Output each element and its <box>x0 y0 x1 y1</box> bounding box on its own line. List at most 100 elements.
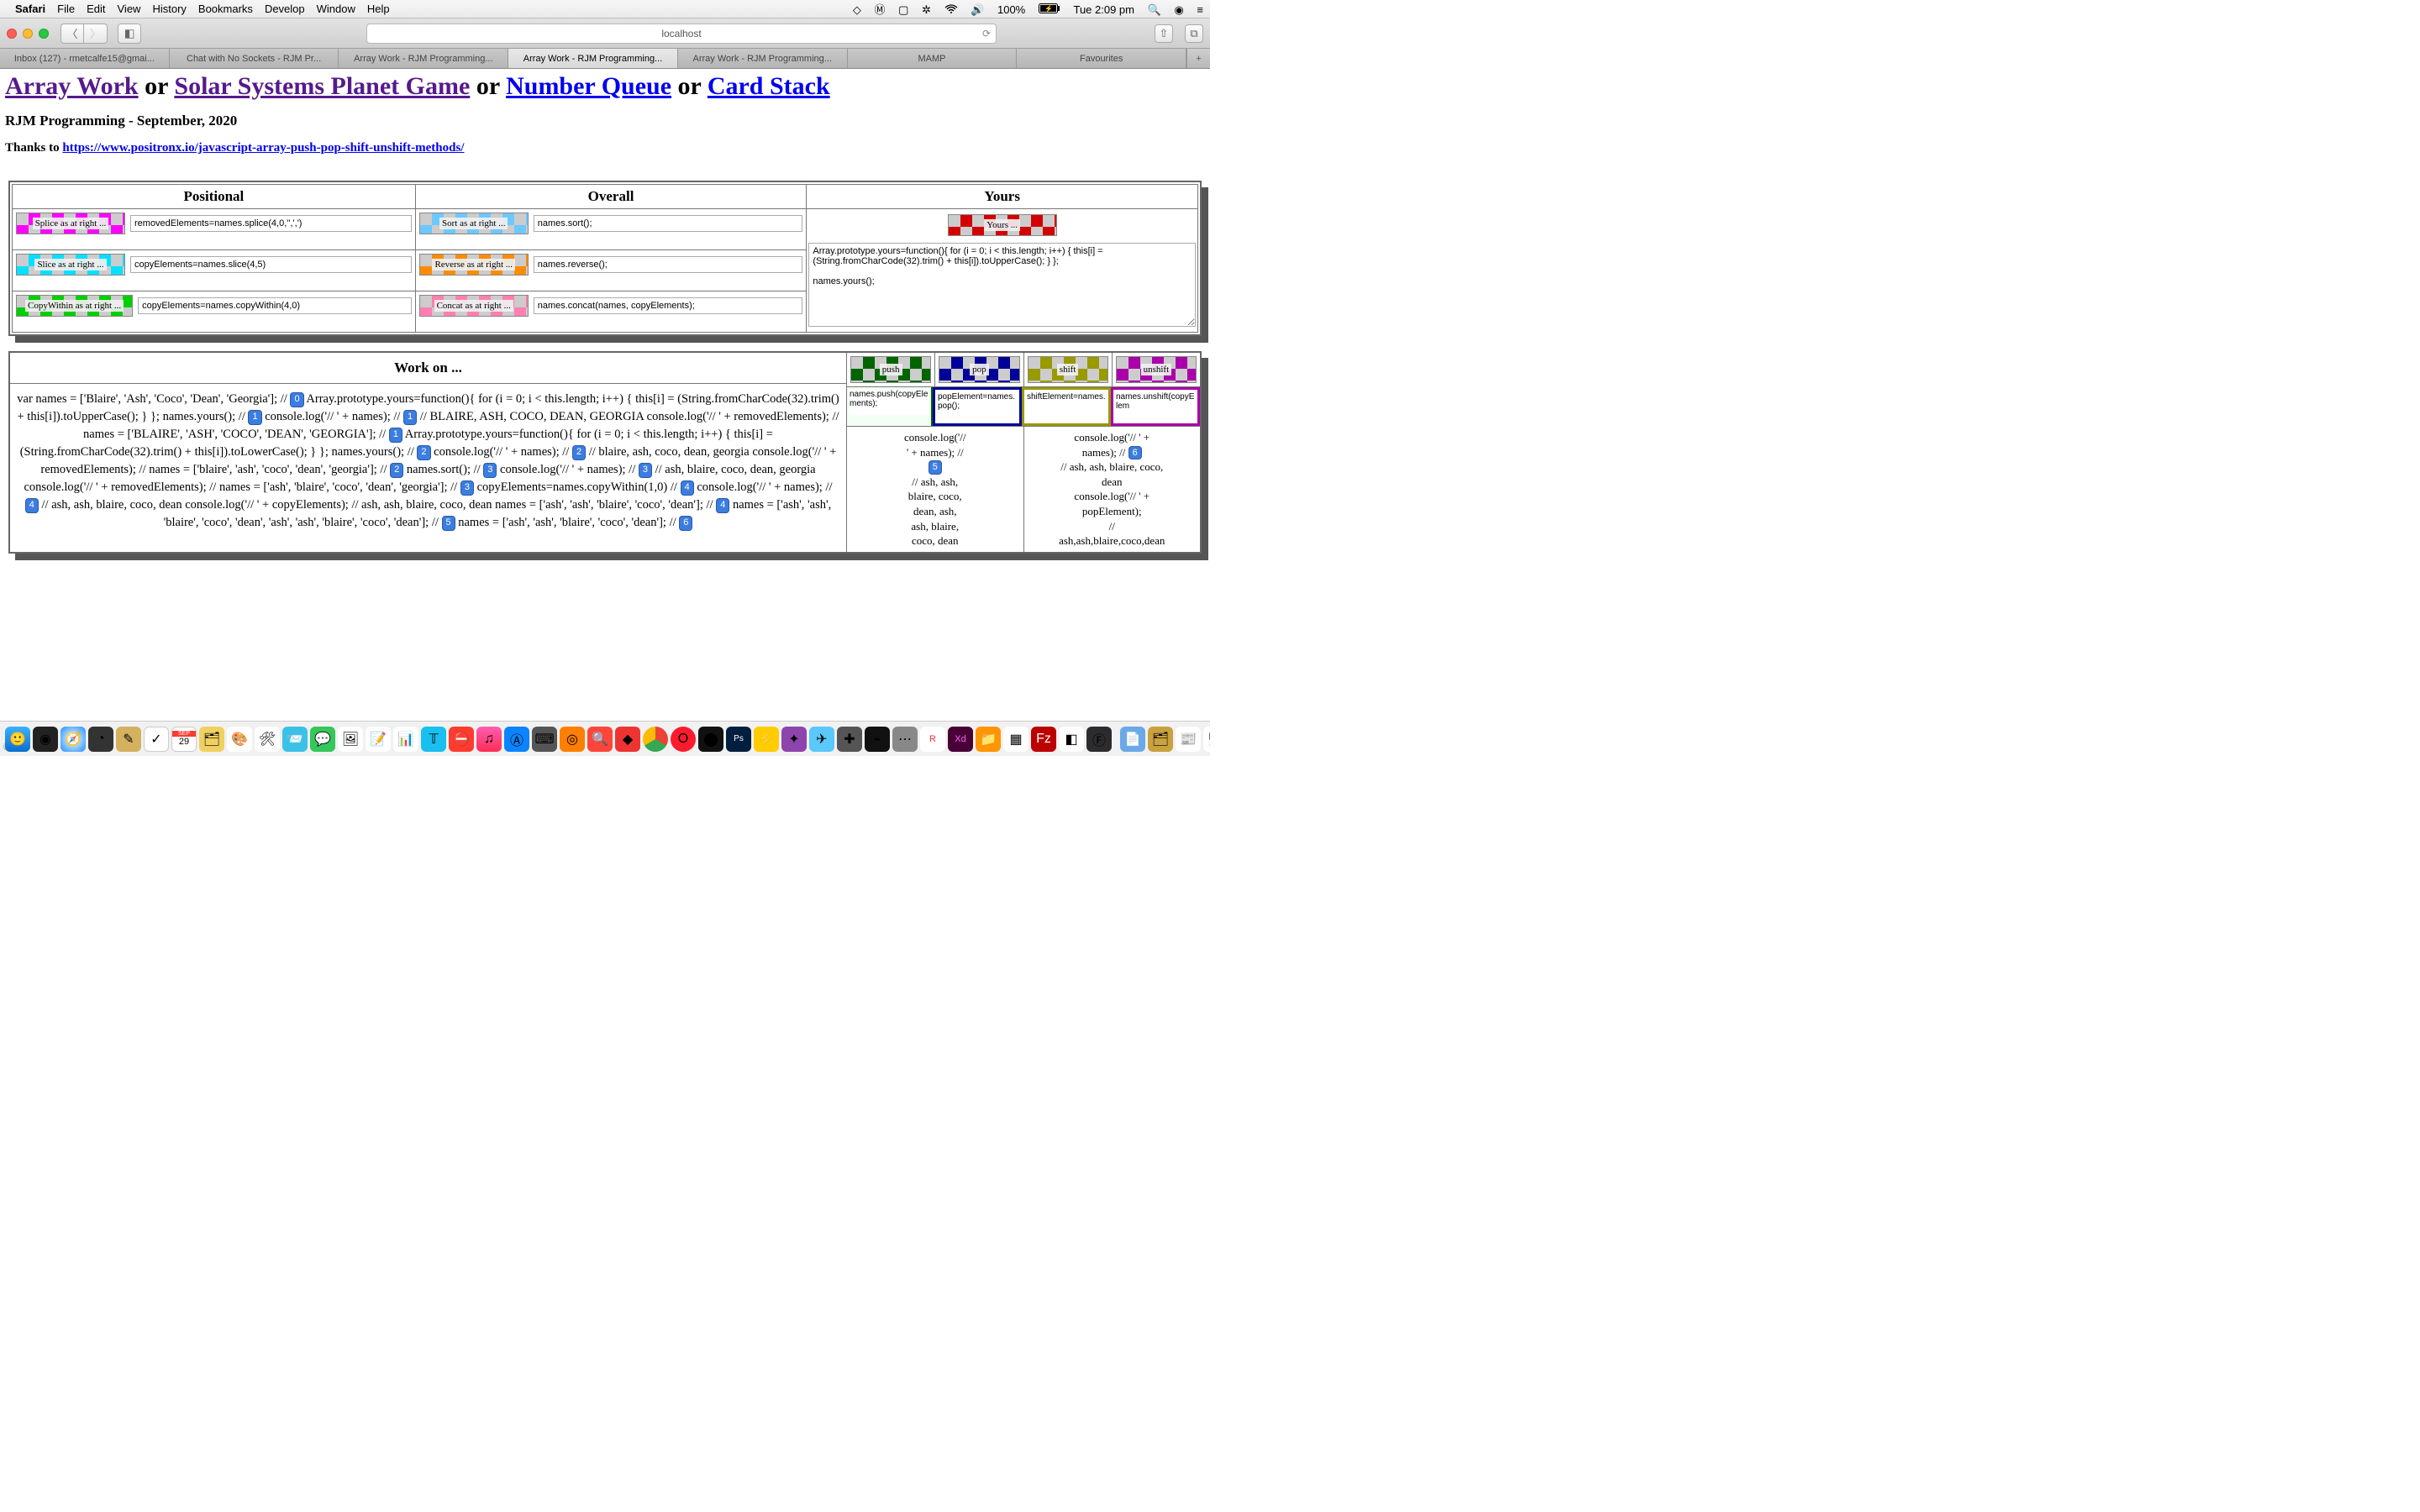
calendar-icon[interactable]: SEP29 <box>171 727 197 752</box>
tab[interactable]: Array Work - RJM Programming... <box>339 49 508 68</box>
app-icon[interactable]: ✚ <box>837 727 862 752</box>
app-icon[interactable]: ⌁ <box>865 727 890 752</box>
menu-view[interactable]: View <box>118 3 141 15</box>
app-icon[interactable]: ✎ <box>116 727 141 752</box>
app-icon[interactable]: ⌨ <box>532 727 557 752</box>
tab[interactable]: MAMP <box>848 49 1018 68</box>
app-icon[interactable]: ◧ <box>1059 727 1084 752</box>
splice-code[interactable] <box>130 215 412 232</box>
opera-icon[interactable]: O <box>671 727 696 752</box>
tabs-icon[interactable]: ⧉ <box>1185 24 1203 43</box>
app-icon[interactable]: 🗂 <box>199 727 224 752</box>
reverse-button[interactable]: Reverse as at right ... <box>419 254 529 276</box>
app-icon[interactable]: Ⓕ <box>1086 727 1112 752</box>
unshift-button[interactable]: unshift <box>1116 356 1197 383</box>
app-icon[interactable]: ◆ <box>615 727 640 752</box>
appstore-icon[interactable]: Ⓐ <box>504 727 529 752</box>
dock-folder[interactable]: 📄 <box>1120 727 1145 752</box>
slice-button[interactable]: Slice as at right ... <box>16 254 125 276</box>
sort-button[interactable]: Sort as at right ... <box>419 213 529 234</box>
display-icon[interactable]: ▢ <box>898 3 908 17</box>
pop-code[interactable] <box>938 392 1017 417</box>
push-button[interactable]: push <box>850 356 931 383</box>
app-icon[interactable]: ⬤ <box>698 727 723 752</box>
menu-window[interactable]: Window <box>317 3 355 15</box>
yours-code[interactable] <box>808 243 1196 327</box>
new-tab-button[interactable]: + <box>1186 49 1210 68</box>
app-icon[interactable]: 🖼 <box>338 727 363 752</box>
app-icon[interactable]: ◎ <box>560 727 585 752</box>
app-icon[interactable]: R <box>920 727 945 752</box>
notification-center-icon[interactable]: ≡ <box>1197 3 1203 16</box>
address-bar[interactable]: localhost ⟳ <box>366 24 997 44</box>
messages-icon[interactable]: 💬 <box>310 727 335 752</box>
reverse-code[interactable] <box>534 256 803 273</box>
app-icon[interactable]: 🛠 <box>255 727 280 752</box>
xd-icon[interactable]: Xd <box>948 727 973 752</box>
app-icon[interactable]: ✦ <box>781 727 807 752</box>
link-card-stack[interactable]: Card Stack <box>708 72 830 100</box>
safari-icon[interactable]: 🧭 <box>60 727 86 752</box>
finder-icon[interactable]: 🙂 <box>5 727 30 752</box>
menu-history[interactable]: History <box>152 3 186 15</box>
app-icon[interactable]: 📊 <box>393 727 418 752</box>
slice-code[interactable] <box>130 256 412 273</box>
volume-icon[interactable]: 🔊 <box>971 3 984 17</box>
dashboard-icon[interactable]: ◔ <box>88 727 113 752</box>
unshift-code[interactable] <box>1116 392 1195 417</box>
concat-code[interactable] <box>534 297 803 314</box>
link-number-queue[interactable]: Number Queue <box>506 72 671 100</box>
sidebar-toggle[interactable]: ◧ <box>118 24 141 44</box>
app-icon[interactable]: ⋯ <box>892 727 918 752</box>
wifi-icon[interactable] <box>944 4 958 13</box>
copywithin-button[interactable]: CopyWithin as at right ... <box>16 295 133 317</box>
minimize-window[interactable] <box>23 29 33 39</box>
tab[interactable]: Array Work - RJM Programming... <box>678 49 848 68</box>
push-code[interactable] <box>850 390 929 415</box>
tab[interactable]: Inbox (127) - rmetcalfe15@gmai... <box>0 49 170 68</box>
yours-button[interactable]: Yours ... <box>948 214 1057 236</box>
sort-code[interactable] <box>534 215 803 232</box>
zoom-window[interactable] <box>39 29 49 39</box>
thanks-link[interactable]: https://www.positronx.io/javascript-arra… <box>62 141 464 155</box>
app-icon[interactable]: ▦ <box>1003 727 1028 752</box>
reload-icon[interactable]: ⟳ <box>982 28 991 39</box>
status-icon[interactable]: ◇ <box>853 3 861 17</box>
dock-folder[interactable]: 🖥 <box>1203 727 1210 752</box>
bluetooth-icon[interactable]: ✲ <box>922 3 931 17</box>
pop-button[interactable]: pop <box>939 356 1019 383</box>
siri-icon[interactable]: ◉ <box>33 727 58 752</box>
concat-button[interactable]: Concat as at right ... <box>419 295 529 317</box>
link-planet-game[interactable]: Solar Systems Planet Game <box>174 72 470 100</box>
close-window[interactable] <box>7 29 17 39</box>
app-icon[interactable]: 📝 <box>366 727 391 752</box>
battery-icon[interactable]: ⚡ <box>1039 3 1060 13</box>
app-icon[interactable]: 𝕋 <box>421 727 446 752</box>
tab[interactable]: Favourites <box>1017 49 1186 68</box>
app-icon[interactable]: ✈ <box>809 727 834 752</box>
chrome-icon[interactable] <box>643 727 668 752</box>
menu-edit[interactable]: Edit <box>87 3 105 15</box>
app-icon[interactable]: 🎨 <box>227 727 252 752</box>
app-icon[interactable]: ⛔ <box>449 727 474 752</box>
clock[interactable]: Tue 2:09 pm <box>1073 3 1134 16</box>
app-icon[interactable]: Ps <box>726 727 751 752</box>
share-icon[interactable]: ⇧ <box>1155 24 1173 43</box>
menu-bookmarks[interactable]: Bookmarks <box>198 3 253 15</box>
app-icon[interactable]: 📁 <box>976 727 1001 752</box>
splice-button[interactable]: Splice as at right ... <box>16 213 125 234</box>
link-array-work[interactable]: Array Work <box>5 72 139 100</box>
app-icon[interactable]: 🔍 <box>587 727 613 752</box>
status-icon[interactable]: Ⓜ <box>874 1 885 17</box>
shift-button[interactable]: shift <box>1028 356 1108 383</box>
back-button[interactable]: 〈 <box>60 24 84 44</box>
menu-help[interactable]: Help <box>367 3 390 15</box>
app-icon[interactable]: ✓ <box>144 727 169 752</box>
spotlight-icon[interactable]: 🔍 <box>1148 3 1161 17</box>
menu-develop[interactable]: Develop <box>265 3 305 15</box>
app-icon[interactable]: ⚡ <box>754 727 779 752</box>
tab[interactable]: Chat with No Sockets - RJM Pr... <box>170 49 339 68</box>
tab-active[interactable]: Array Work - RJM Programming... <box>508 49 678 68</box>
shift-code[interactable] <box>1027 392 1106 417</box>
forward-button[interactable]: 〉 <box>84 24 108 44</box>
